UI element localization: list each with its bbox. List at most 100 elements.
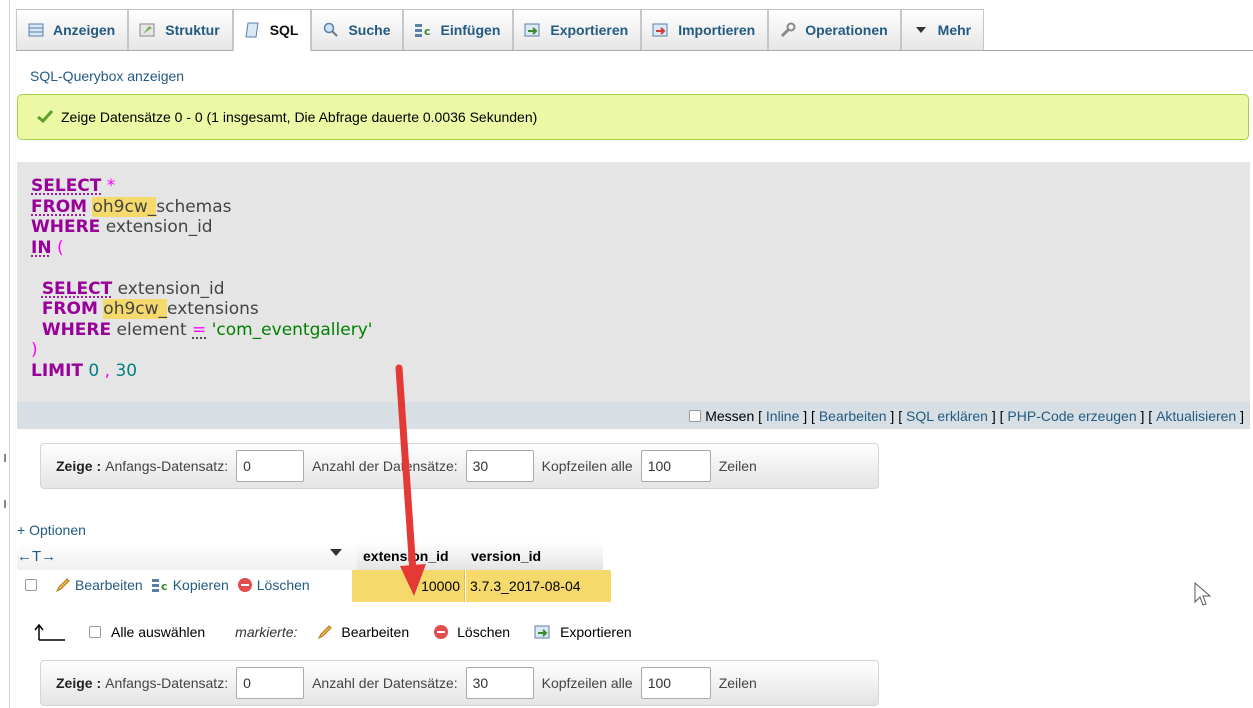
cell-extension-id[interactable]: 10000 <box>352 570 465 602</box>
tab-bar-filler <box>984 9 1253 50</box>
explain-sql-link[interactable]: SQL erklären <box>906 408 988 424</box>
sql-token: extension_id <box>105 217 213 237</box>
row-delete-label: Löschen <box>256 577 310 593</box>
column-navigation[interactable]: ←T→ <box>17 542 357 570</box>
sql-string: 'com_eventgallery' <box>211 319 373 340</box>
column-header-version-id[interactable]: version_id <box>465 542 603 570</box>
sql-token: element <box>116 319 187 340</box>
headers-every-input[interactable] <box>640 667 711 699</box>
start-label: Anfangs-Datensatz: <box>105 675 229 691</box>
sql-number: 30 <box>115 360 138 381</box>
tab-label: Mehr <box>937 22 972 38</box>
start-row-input[interactable] <box>236 450 305 482</box>
column-nav-arrows[interactable]: ←T→ <box>17 548 56 565</box>
cell-value[interactable]: 3.7.3_2017-08-04 <box>470 578 581 594</box>
export-icon <box>524 22 542 38</box>
sql-icon <box>244 22 262 38</box>
tab-operations[interactable]: Operationen <box>768 9 901 50</box>
sql-token: ) <box>31 340 38 360</box>
sql-keyword[interactable]: SELECT <box>42 279 112 299</box>
row-edit-label: Bearbeiten <box>75 577 143 593</box>
check-icon <box>36 109 54 126</box>
start-row-input[interactable] <box>236 667 305 699</box>
row-edit-button[interactable]: Bearbeiten <box>55 577 143 593</box>
tab-label: Struktur <box>165 22 220 38</box>
measure-label: Messen <box>705 407 755 424</box>
row-count-label: Anzahl der Datensätze: <box>312 675 458 691</box>
tab-label: Suche <box>348 22 391 38</box>
inline-link[interactable]: Inline <box>766 408 799 424</box>
start-label: Anfangs-Datensatz: <box>105 458 229 474</box>
sql-keyword: FROM <box>41 299 98 319</box>
svg-text:c: c <box>161 580 168 593</box>
row-count-label: Anzahl der Datensätze: <box>312 458 458 474</box>
select-all-checkbox[interactable] <box>89 626 101 638</box>
copy-icon: c <box>151 577 169 593</box>
sql-keyword: WHERE <box>41 319 112 340</box>
success-text: Zeige Datensätze 0 - 0 (1 insgesamt, Die… <box>61 109 538 125</box>
sort-caret-icon[interactable] <box>330 549 342 556</box>
select-arrow-icon <box>33 622 67 642</box>
row-count-input[interactable] <box>465 450 534 482</box>
rows-label: Zeilen <box>718 675 757 691</box>
bulk-edit-button[interactable]: Bearbeiten <box>317 624 409 640</box>
create-php-code-link[interactable]: PHP-Code erzeugen <box>1007 408 1136 424</box>
tab-structure[interactable]: Struktur <box>128 9 233 50</box>
resize-grip[interactable] <box>4 500 6 508</box>
tab-sql[interactable]: SQL <box>232 9 312 51</box>
row-checkbox[interactable] <box>25 579 37 591</box>
tab-label: Einfügen <box>440 22 501 38</box>
bulk-delete-label: Löschen <box>457 624 511 640</box>
bulk-actions: Alle auswählen markierte: Bearbeiten Lös… <box>33 620 656 644</box>
sql-token: * <box>106 176 116 196</box>
search-icon <box>322 22 340 38</box>
bulk-delete-button[interactable]: Löschen <box>433 624 510 640</box>
sql-token: schemas <box>156 196 232 217</box>
sql-operator[interactable]: = <box>192 320 206 340</box>
headers-every-input[interactable] <box>640 450 711 482</box>
browse-icon <box>27 22 45 38</box>
sql-token: ( <box>56 237 64 258</box>
tab-insert[interactable]: c Einfügen <box>403 9 514 50</box>
edit-query-link[interactable]: Bearbeiten <box>819 408 887 424</box>
column-header-extension-id[interactable]: extension_id <box>357 542 465 570</box>
cell-version-id[interactable]: 3.7.3_2017-08-04 <box>466 570 611 602</box>
tab-import[interactable]: Importieren <box>641 9 769 50</box>
tab-label: Anzeigen <box>53 22 116 38</box>
resize-grip[interactable] <box>4 454 6 462</box>
select-all-label[interactable]: Alle auswählen <box>111 624 205 640</box>
sql-number: 0 <box>88 360 100 381</box>
tab-bar: Anzeigen Struktur SQL Suche c Einfügen E… <box>16 9 1253 51</box>
sql-query-box: SELECT * FROM oh9cw_schemas WHERE extens… <box>17 162 1250 402</box>
wrench-icon <box>779 22 797 38</box>
sql-keyword[interactable]: IN <box>31 238 52 258</box>
sql-keyword: LIMIT <box>31 360 83 381</box>
tab-more[interactable]: Mehr <box>900 9 985 50</box>
options-link[interactable]: + Optionen <box>17 522 86 538</box>
cell-value[interactable]: 10000 <box>421 578 460 594</box>
tab-label: SQL <box>269 22 299 38</box>
sql-keyword[interactable]: FROM <box>31 197 87 217</box>
export-icon <box>534 624 552 640</box>
structure-icon <box>139 22 157 38</box>
row-copy-button[interactable]: c Kopieren <box>151 577 229 593</box>
sql-keyword[interactable]: SELECT <box>31 176 101 196</box>
tab-browse[interactable]: Anzeigen <box>16 9 129 50</box>
panel-divider[interactable] <box>9 0 10 708</box>
column-header-label[interactable]: version_id <box>471 548 541 564</box>
row-delete-button[interactable]: Löschen <box>237 577 310 593</box>
column-header-label[interactable]: extension_id <box>363 548 449 564</box>
bulk-export-label: Exportieren <box>560 624 632 640</box>
show-querybox-link[interactable]: SQL-Querybox anzeigen <box>30 68 184 84</box>
measure-checkbox[interactable] <box>689 409 702 422</box>
bulk-edit-label: Bearbeiten <box>341 624 410 640</box>
refresh-link[interactable]: Aktualisieren <box>1156 408 1236 424</box>
tab-label: Exportieren <box>550 22 629 38</box>
row-count-input[interactable] <box>465 667 534 699</box>
sql-token: extension_id <box>117 278 225 299</box>
tab-export[interactable]: Exportieren <box>513 9 642 50</box>
sql-query: SELECT * FROM oh9cw_schemas WHERE extens… <box>31 176 372 381</box>
tab-search[interactable]: Suche <box>311 9 404 50</box>
caret-down-icon <box>912 22 930 38</box>
bulk-export-button[interactable]: Exportieren <box>534 624 632 640</box>
